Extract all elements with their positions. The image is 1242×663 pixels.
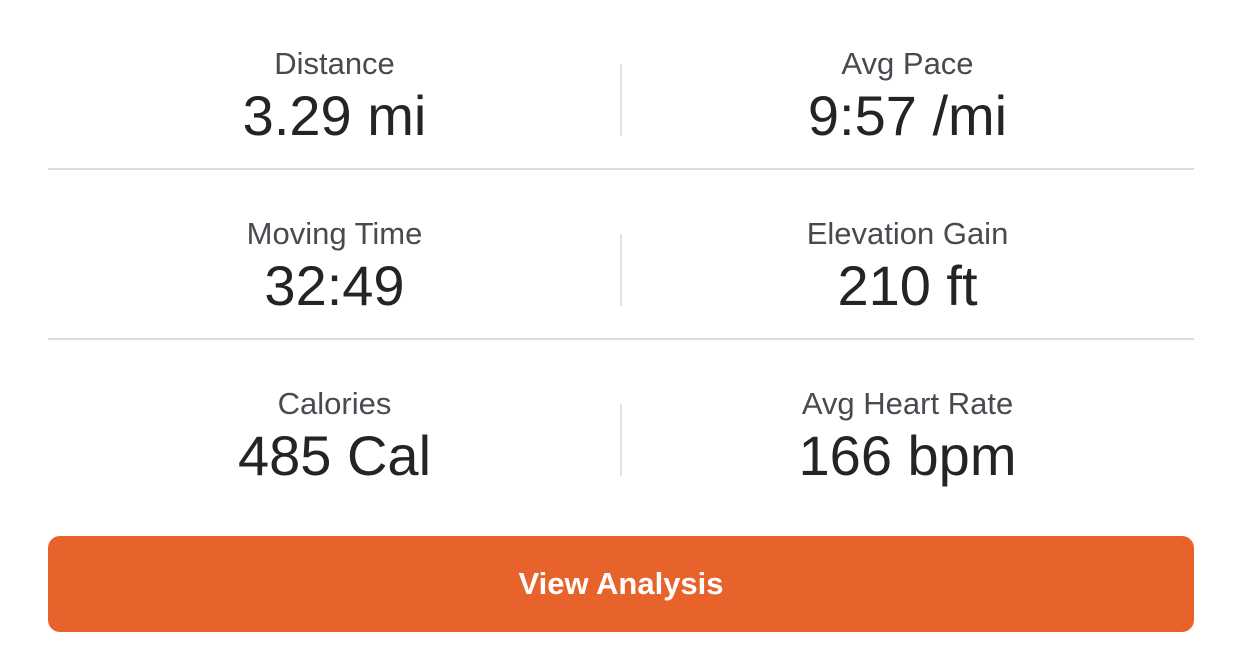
column-divider xyxy=(620,404,622,476)
stats-row: Calories 485 Cal Avg Heart Rate 166 bpm xyxy=(48,340,1194,510)
activity-stats-grid: Distance 3.29 mi Avg Pace 9:57 /mi Movin… xyxy=(48,0,1194,510)
stat-value: 32:49 xyxy=(264,254,405,317)
column-divider xyxy=(620,234,622,306)
column-divider xyxy=(620,64,622,136)
stat-label: Avg Pace xyxy=(841,46,974,81)
stat-value: 485 Cal xyxy=(237,424,432,487)
stats-row: Moving Time 32:49 Elevation Gain 210 ft xyxy=(48,170,1194,340)
stat-label: Elevation Gain xyxy=(806,216,1009,251)
stat-label: Avg Heart Rate xyxy=(801,386,1014,421)
stat-distance: Distance 3.29 mi xyxy=(48,0,621,168)
stat-value: 210 ft xyxy=(837,254,978,317)
stat-avg-pace: Avg Pace 9:57 /mi xyxy=(621,0,1194,168)
stat-label: Distance xyxy=(274,46,395,81)
stats-row: Distance 3.29 mi Avg Pace 9:57 /mi xyxy=(48,0,1194,170)
stat-label: Calories xyxy=(277,386,392,421)
stat-value: 3.29 mi xyxy=(242,84,427,147)
stat-calories: Calories 485 Cal xyxy=(48,340,621,510)
stat-label: Moving Time xyxy=(246,216,423,251)
stat-elevation-gain: Elevation Gain 210 ft xyxy=(621,170,1194,338)
stat-moving-time: Moving Time 32:49 xyxy=(48,170,621,338)
stat-avg-heart-rate: Avg Heart Rate 166 bpm xyxy=(621,340,1194,510)
stat-value: 9:57 /mi xyxy=(807,84,1008,147)
view-analysis-button[interactable]: View Analysis xyxy=(48,536,1194,632)
stat-value: 166 bpm xyxy=(798,424,1017,487)
